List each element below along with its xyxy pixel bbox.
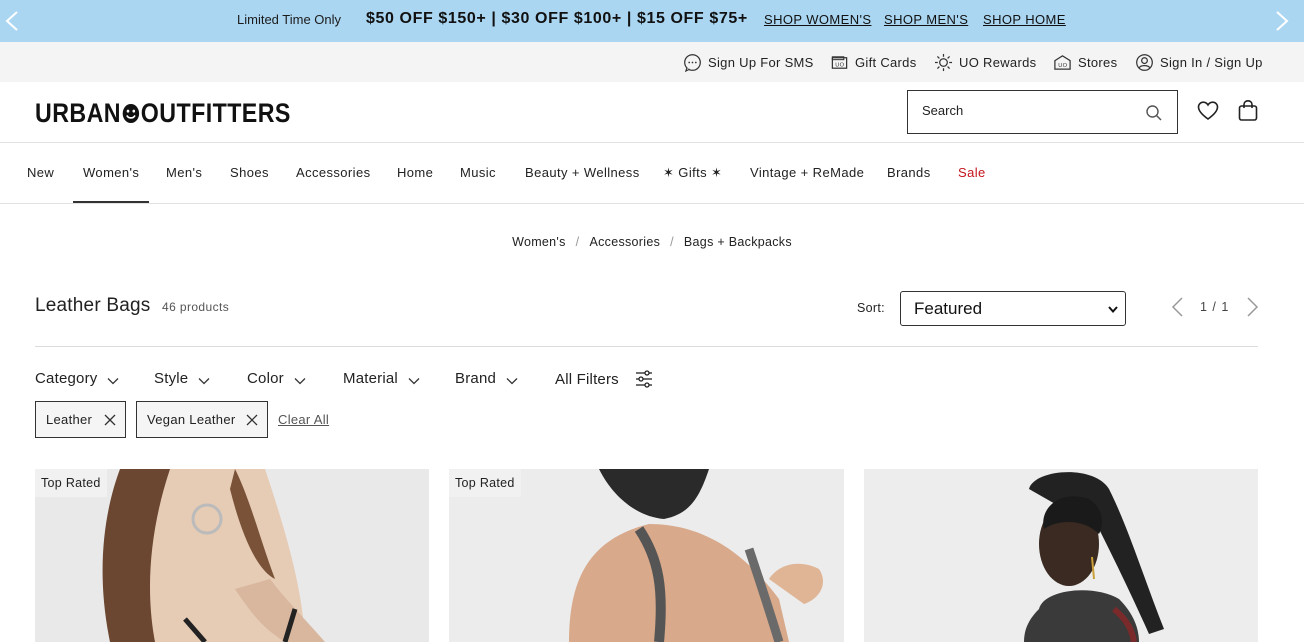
nav-item-mens[interactable]: Men's (166, 165, 202, 180)
page-title: Leather Bags (35, 295, 151, 316)
nav-item-womens[interactable]: Women's (72, 165, 150, 203)
sign-in-link[interactable]: Sign In / Sign Up (1135, 53, 1263, 72)
filter-color[interactable]: Color (247, 370, 306, 387)
util-label: Sign In / Sign Up (1160, 55, 1263, 70)
sort-select[interactable]: Featured (900, 291, 1126, 326)
breadcrumb-separator: / (670, 235, 674, 249)
promo-banner: Limited Time Only $50 OFF $150+ | $30 OF… (0, 0, 1304, 42)
util-label: Stores (1078, 55, 1118, 70)
chevron-left-icon[interactable] (3, 10, 21, 32)
chevron-down-icon (1108, 306, 1118, 314)
close-icon[interactable] (104, 414, 116, 426)
brand-logo[interactable]: URBAN OUTFITTERS (35, 98, 291, 129)
gift-card-icon: UO (831, 56, 848, 69)
divider (35, 346, 1258, 347)
gift-cards-link[interactable]: UO Gift Cards (830, 53, 917, 72)
filter-label: Material (343, 370, 398, 387)
svg-text:UO: UO (1058, 63, 1067, 69)
breadcrumb-womens[interactable]: Women's (512, 235, 566, 249)
product-badge: Top Rated (35, 469, 107, 497)
product-card[interactable]: Top Rated (35, 469, 429, 642)
nav-item-beauty[interactable]: Beauty + Wellness (525, 165, 640, 180)
breadcrumb-separator: / (575, 235, 580, 249)
filter-label: Category (35, 370, 98, 387)
clear-all-link[interactable]: Clear All (278, 412, 329, 427)
product-badge: Top Rated (449, 469, 521, 497)
util-label: Gift Cards (855, 55, 917, 70)
product-card[interactable]: Top Rated (449, 469, 844, 642)
nav-item-home[interactable]: Home (397, 165, 433, 180)
filter-brand[interactable]: Brand (455, 370, 518, 387)
site-header: URBAN OUTFITTERS (0, 82, 1304, 143)
nav-item-music[interactable]: Music (460, 165, 496, 180)
chip-label: Leather (46, 412, 93, 427)
shop-home-link[interactable]: SHOP HOME (983, 12, 1066, 27)
filter-category[interactable]: Category (35, 370, 119, 387)
chevron-down-icon (108, 377, 119, 384)
filter-material[interactable]: Material (343, 370, 420, 387)
search-input[interactable] (922, 103, 1122, 118)
filter-label: Brand (455, 370, 497, 387)
chevron-right-icon[interactable] (1273, 10, 1291, 32)
product-card[interactable] (864, 469, 1258, 642)
shop-mens-link[interactable]: SHOP MEN'S (884, 12, 968, 27)
sun-icon (934, 53, 953, 72)
stores-link[interactable]: UO Stores (1053, 53, 1117, 72)
filter-label: Color (247, 370, 284, 387)
logo-text-right: OUTFITTERS (140, 98, 291, 128)
logo-text-left: URBAN (35, 98, 121, 128)
product-count: 46 products (162, 300, 230, 314)
nav-item-brands[interactable]: Brands (887, 165, 931, 180)
chip-label: Vegan Leather (147, 412, 236, 427)
store-icon: UO (1054, 55, 1071, 70)
next-page-icon[interactable] (1244, 296, 1260, 318)
main-nav: New Women's Men's Shoes Accessories Home… (0, 143, 1304, 204)
user-icon (1136, 54, 1153, 71)
sort-label: Sort: (857, 301, 885, 315)
nav-item-vintage[interactable]: Vintage + ReMade (750, 165, 864, 180)
util-label: UO Rewards (959, 55, 1037, 70)
chevron-down-icon (506, 377, 518, 384)
search-icon[interactable] (1145, 104, 1163, 122)
breadcrumb-accessories[interactable]: Accessories (589, 235, 660, 249)
chat-icon (684, 54, 701, 72)
filter-style[interactable]: Style (154, 370, 210, 387)
svg-text:UO: UO (835, 62, 844, 68)
nav-item-shoes[interactable]: Shoes (230, 165, 269, 180)
page-indicator: 1 / 1 (1200, 300, 1230, 314)
uo-rewards-link[interactable]: UO Rewards (934, 53, 1036, 72)
chip-leather[interactable]: Leather (35, 401, 126, 438)
breadcrumb: Women's / Accessories / Bags + Backpacks (0, 235, 1304, 249)
util-label: Sign Up For SMS (708, 55, 814, 70)
nav-item-new[interactable]: New (27, 165, 54, 180)
promo-limited-text: Limited Time Only (237, 12, 342, 27)
nav-item-accessories[interactable]: Accessories (296, 165, 370, 180)
sms-signup-link[interactable]: Sign Up For SMS (683, 53, 814, 72)
sort-value: Featured (914, 298, 983, 318)
prev-page-icon[interactable] (1170, 296, 1186, 318)
promo-offer-text: $50 OFF $150+ | $30 OFF $100+ | $15 OFF … (366, 10, 748, 27)
nav-item-sale[interactable]: Sale (958, 165, 986, 180)
filter-label: All Filters (555, 370, 619, 388)
shopping-bag-icon[interactable] (1237, 99, 1259, 122)
shop-womens-link[interactable]: SHOP WOMEN'S (764, 12, 871, 27)
utility-bar: Sign Up For SMS UO Gift Cards UO Rewards… (0, 42, 1304, 82)
chevron-down-icon (198, 377, 210, 384)
filter-label: Style (154, 370, 189, 387)
nav-item-gifts[interactable]: ✶ Gifts ✶ (663, 165, 722, 181)
smiley-icon (122, 103, 140, 124)
sliders-icon (635, 370, 652, 388)
close-icon[interactable] (246, 414, 258, 426)
breadcrumb-current: Bags + Backpacks (683, 235, 792, 249)
chevron-down-icon (408, 377, 420, 384)
heart-icon[interactable] (1197, 100, 1219, 122)
search-box[interactable] (907, 90, 1178, 134)
chevron-down-icon (294, 377, 306, 384)
all-filters-button[interactable]: All Filters (555, 370, 653, 388)
chip-vegan-leather[interactable]: Vegan Leather (136, 401, 268, 438)
product-image[interactable] (864, 469, 1258, 642)
